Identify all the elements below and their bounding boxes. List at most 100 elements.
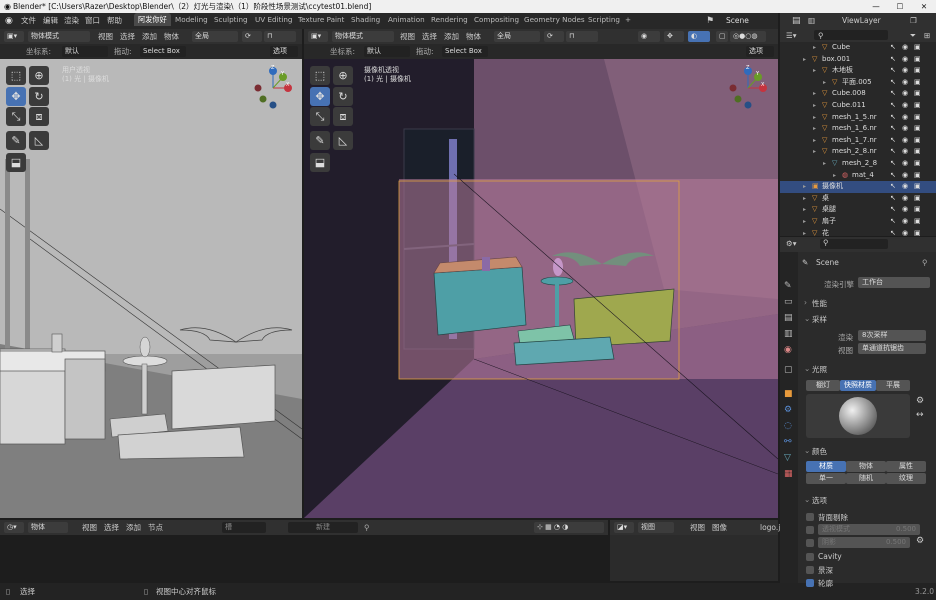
- tab-animation[interactable]: Animation: [384, 13, 429, 26]
- visibility-eye-icon[interactable]: ◉: [902, 88, 908, 100]
- section-expand-icon[interactable]: ⌄: [804, 446, 810, 455]
- render-tab-icon[interactable]: ▭: [784, 296, 793, 308]
- selectable-arrow-icon[interactable]: ↖: [890, 100, 896, 112]
- shader-overlay-icons[interactable]: ⊹ ▦ ◔ ◑: [534, 522, 604, 533]
- visibility-eye-icon[interactable]: ◉: [902, 77, 908, 89]
- render-camera-icon[interactable]: ▣: [914, 170, 921, 182]
- render-camera-icon[interactable]: ▣: [914, 88, 921, 100]
- section-lighting[interactable]: 光照: [812, 364, 827, 375]
- render-camera-icon[interactable]: ▣: [914, 158, 921, 170]
- outline-checkbox[interactable]: [806, 579, 814, 587]
- selectable-arrow-icon[interactable]: ↖: [890, 216, 896, 228]
- close-button[interactable]: ✕: [912, 0, 936, 13]
- rotate-tool[interactable]: ↻: [333, 87, 353, 106]
- sampling-render-dropdown[interactable]: 8次采样: [858, 330, 926, 341]
- menu-select[interactable]: 选择: [422, 29, 437, 44]
- section-color[interactable]: 颜色: [812, 446, 827, 457]
- color-random-button[interactable]: 随机: [846, 473, 886, 484]
- output-tab-icon[interactable]: ▤: [784, 312, 793, 324]
- minimize-button[interactable]: —: [864, 0, 888, 13]
- snap-icon[interactable]: ⊓: [566, 31, 598, 42]
- filter-icon[interactable]: ⏷: [910, 29, 916, 42]
- menu-object[interactable]: 物体: [164, 29, 179, 44]
- image-editor-canvas[interactable]: [610, 535, 778, 581]
- data-tab-icon[interactable]: ▽: [784, 452, 791, 464]
- cavity-checkbox[interactable]: [806, 553, 814, 561]
- lighting-studio-button[interactable]: 棚灯: [806, 380, 840, 391]
- visibility-eye-icon[interactable]: ◉: [902, 146, 908, 158]
- section-options[interactable]: 选项: [812, 495, 827, 506]
- tab-workspace-custom[interactable]: 阿发你好: [134, 13, 171, 26]
- render-camera-icon[interactable]: ▣: [914, 193, 921, 205]
- selectable-arrow-icon[interactable]: ↖: [890, 135, 896, 147]
- color-object-button[interactable]: 物体: [846, 461, 886, 472]
- menu-edit[interactable]: 编辑: [43, 13, 58, 29]
- expand-arrow-icon[interactable]: ▸: [803, 54, 806, 66]
- menu-select[interactable]: 选择: [104, 520, 119, 535]
- outliner-row[interactable]: ▸ ▽ 扇子 ↖ ◉ ▣: [780, 216, 936, 228]
- texture-tab-icon[interactable]: ▦: [784, 468, 793, 480]
- render-camera-icon[interactable]: ▣: [914, 123, 921, 135]
- selectable-arrow-icon[interactable]: ↖: [890, 170, 896, 182]
- tab-sculpting[interactable]: Sculpting: [210, 13, 252, 26]
- navigation-gizmo[interactable]: [250, 63, 300, 113]
- editor-type-button[interactable]: ▣▾: [4, 31, 24, 42]
- shadow-slider[interactable]: 阴影 0.500: [818, 537, 910, 548]
- slot-dropdown[interactable]: 槽: [222, 522, 266, 533]
- outliner-row[interactable]: ▸ ▽ 桌腿 ↖ ◉ ▣: [780, 204, 936, 216]
- outliner-row[interactable]: ▸ ▣ 摄像机 ↖ ◉ ▣: [780, 181, 936, 193]
- add-workspace-button[interactable]: +: [621, 13, 635, 26]
- tab-texture-paint[interactable]: Texture Paint: [294, 13, 348, 26]
- render-camera-icon[interactable]: ▣: [914, 42, 921, 54]
- menu-view[interactable]: 视图: [98, 29, 113, 44]
- cursor-tool[interactable]: ⊕: [333, 66, 353, 85]
- view-layer-selector[interactable]: ViewLayer: [842, 13, 881, 29]
- outliner-row[interactable]: ▸ ▽ Cube ↖ ◉ ▣: [780, 42, 936, 54]
- visibility-eye-icon[interactable]: ◉: [902, 54, 908, 66]
- selectable-arrow-icon[interactable]: ↖: [890, 123, 896, 135]
- scene-selector[interactable]: Scene: [726, 13, 749, 29]
- measure-tool[interactable]: ◺: [29, 131, 49, 150]
- annotate-tool[interactable]: ✎: [310, 131, 330, 150]
- pivot-icon[interactable]: ⟳: [242, 31, 262, 42]
- object-tab-icon[interactable]: ■: [784, 388, 793, 400]
- tab-rendering[interactable]: Rendering: [427, 13, 472, 26]
- matcap-flip-icon[interactable]: ↔: [916, 410, 924, 420]
- xray-icon[interactable]: ▢: [716, 31, 728, 42]
- right-3d-viewport[interactable]: 摄像机透视 (1) 光 | 摄像机 ⬚ ⊕ ✥ ↻ ⤡ ⧈ ✎ ◺ ⬓ Z X …: [304, 59, 778, 518]
- selectable-arrow-icon[interactable]: ↖: [890, 42, 896, 54]
- menu-select[interactable]: 选择: [120, 29, 135, 44]
- visibility-eye-icon[interactable]: ◉: [902, 181, 908, 193]
- outliner-row[interactable]: ▸ ▽ 木地板 ↖ ◉ ▣: [780, 65, 936, 77]
- mode-selector[interactable]: 物体模式: [28, 31, 90, 42]
- editor-type-button[interactable]: ◷▾: [4, 522, 24, 533]
- color-material-button[interactable]: 材质: [806, 461, 846, 472]
- outliner-row[interactable]: ▸ ▽ mesh_2_8 ↖ ◉ ▣: [780, 158, 936, 170]
- visibility-eye-icon[interactable]: ◉: [902, 170, 908, 182]
- lighting-flat-button[interactable]: 平展: [876, 380, 910, 391]
- tool-tab-icon[interactable]: ✎: [784, 280, 792, 292]
- move-tool[interactable]: ✥: [310, 87, 330, 106]
- shading-modes[interactable]: ◎●○◍: [730, 31, 766, 42]
- outliner-type-icon[interactable]: ☰▾: [786, 29, 797, 42]
- annotate-tool[interactable]: ✎: [6, 131, 26, 150]
- menu-object[interactable]: 物体: [466, 29, 481, 44]
- select-box-tool[interactable]: ⬚: [6, 66, 26, 85]
- pin-icon[interactable]: ⚲: [364, 520, 370, 535]
- expand-arrow-icon[interactable]: ▸: [813, 123, 816, 135]
- outliner-row[interactable]: ▸ ▽ box.001 ↖ ◉ ▣: [780, 54, 936, 66]
- section-sampling[interactable]: 采样: [812, 314, 827, 325]
- navigation-gizmo[interactable]: [725, 63, 775, 113]
- visibility-eye-icon[interactable]: ◉: [902, 158, 908, 170]
- drag-dropdown[interactable]: Select Box: [140, 46, 186, 57]
- outliner-row[interactable]: ▸ ▽ 平面.005 ↖ ◉ ▣: [780, 77, 936, 89]
- visibility-eye-icon[interactable]: ◉: [902, 42, 908, 54]
- shadow-settings-icon[interactable]: ⚙: [916, 536, 924, 546]
- outliner-row[interactable]: ▸ ▽ mesh_1_5.nr ↖ ◉ ▣: [780, 112, 936, 124]
- menu-view[interactable]: 视图: [82, 520, 97, 535]
- options-dropdown[interactable]: 选项: [746, 46, 774, 57]
- transform-orientation[interactable]: 全局: [494, 31, 540, 42]
- render-camera-icon[interactable]: ▣: [914, 100, 921, 112]
- move-tool[interactable]: ✥: [6, 87, 26, 106]
- expand-arrow-icon[interactable]: ▸: [813, 65, 816, 77]
